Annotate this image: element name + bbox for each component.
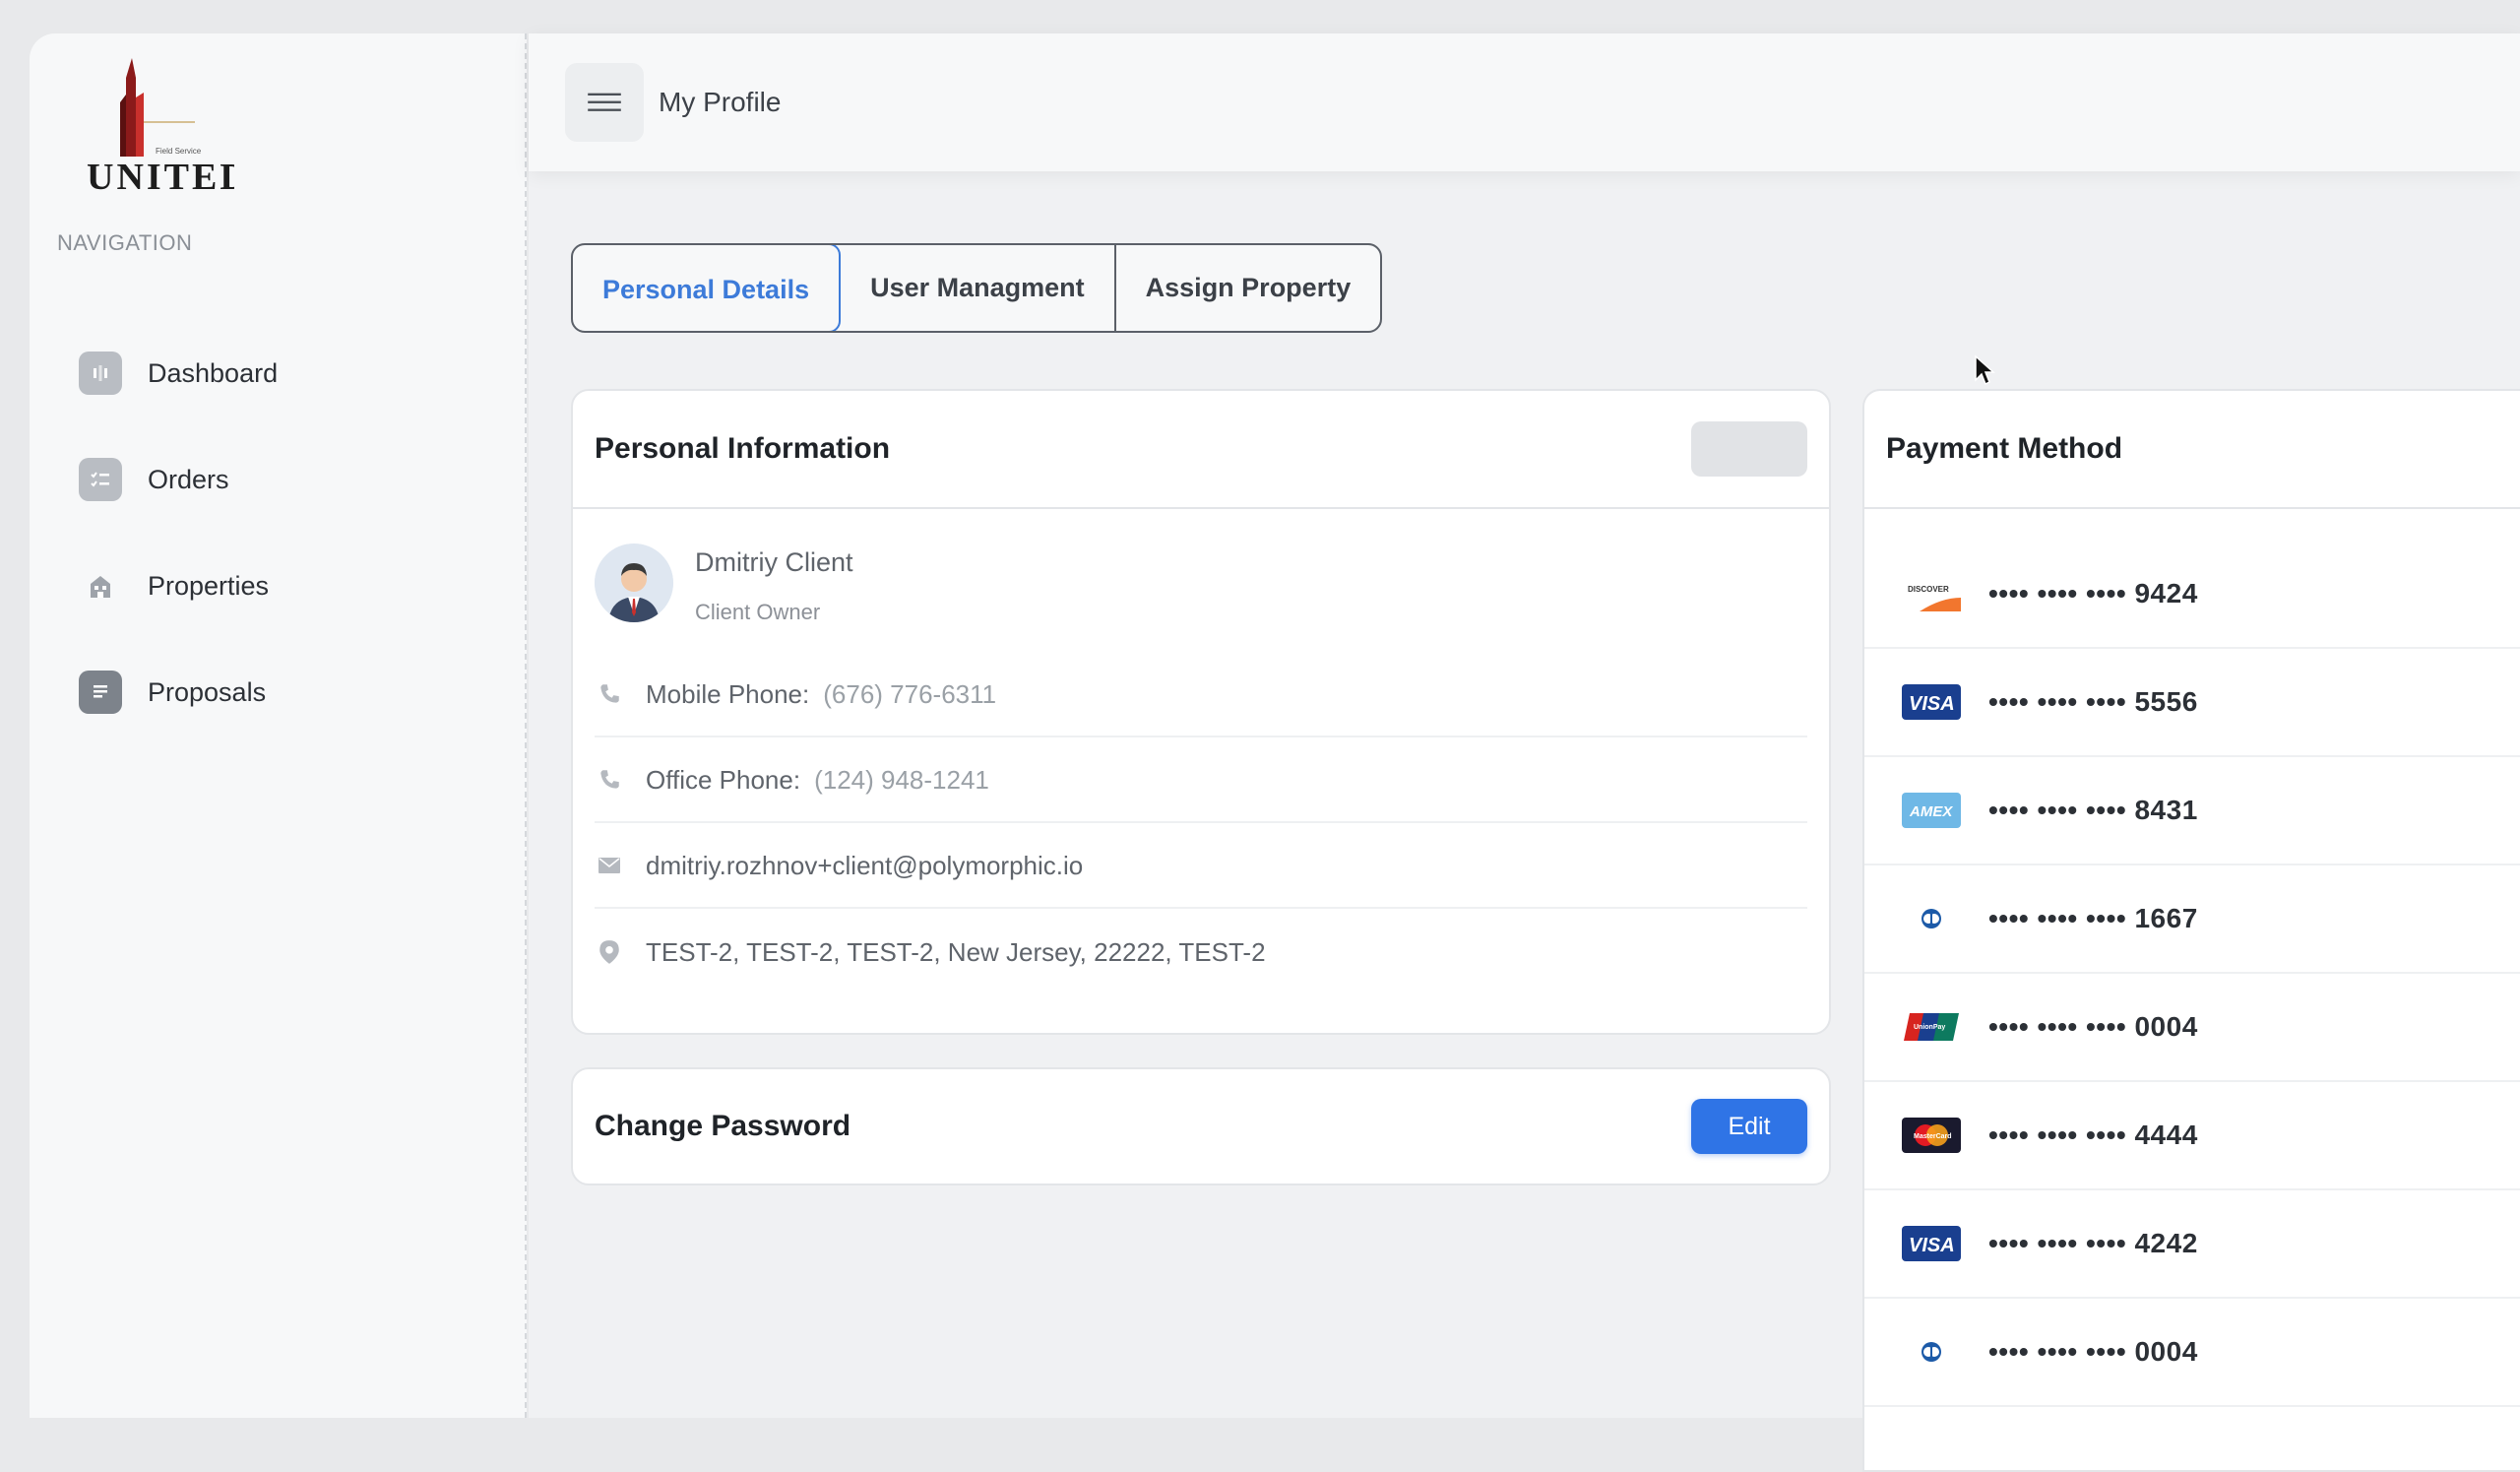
diners-club-card-icon (1902, 1334, 1961, 1370)
office-phone-label: Office Phone: (646, 765, 800, 796)
properties-icon (79, 564, 122, 608)
dashboard-icon (79, 352, 122, 395)
office-phone-row: Office Phone: (124) 948-1241 (595, 738, 1807, 823)
profile-summary: Dmitriy Client Client Owner (595, 544, 853, 625)
payment-card-row[interactable]: VISA •••• •••• •••• 5556 (1864, 649, 2520, 757)
sidebar-item-label: Dashboard (148, 358, 278, 389)
menu-button[interactable] (565, 63, 644, 142)
address-value: TEST-2, TEST-2, TEST-2, New Jersey, 2222… (646, 937, 1266, 968)
tab-assign-property[interactable]: Assign Property (1116, 245, 1381, 331)
card-number: •••• •••• •••• 0004 (1988, 1011, 2198, 1043)
card-header: Payment Method (1864, 391, 2520, 509)
mouse-cursor-icon (1974, 354, 1995, 386)
sidebar-item-properties[interactable]: Properties (79, 551, 492, 620)
svg-text:VISA: VISA (1909, 693, 1955, 715)
sidebar-item-orders[interactable]: Orders (79, 445, 492, 514)
card-number: •••• •••• •••• 1667 (1988, 903, 2198, 934)
sidebar: Field Service UNITED NAVIGATION Dashboar… (30, 33, 527, 1418)
phone-icon (595, 765, 624, 795)
edit-password-button[interactable]: Edit (1691, 1099, 1807, 1154)
sidebar-item-label: Proposals (148, 677, 266, 708)
mastercard-icon: MasterCard (1902, 1118, 1961, 1153)
card-title: Payment Method (1886, 432, 2122, 466)
tab-personal-details[interactable]: Personal Details (571, 243, 841, 333)
card-number: •••• •••• •••• 9424 (1988, 578, 2198, 609)
email-value[interactable]: dmitriy.rozhnov+client@polymorphic.io (646, 851, 1083, 881)
mobile-phone-value: (676) 776-6311 (823, 679, 996, 710)
nav-heading: NAVIGATION (57, 230, 192, 256)
svg-text:VISA: VISA (1909, 1235, 1955, 1256)
amex-card-icon: AMEX (1902, 793, 1961, 828)
page-title: My Profile (659, 87, 781, 118)
email-row: dmitriy.rozhnov+client@polymorphic.io (595, 824, 1807, 909)
discover-card-icon: DISCOVER (1902, 576, 1961, 611)
visa-card-icon: VISA (1902, 684, 1961, 720)
change-password-card: Change Password Edit (571, 1067, 1831, 1185)
card-number: •••• •••• •••• 5556 (1988, 686, 2198, 718)
payment-card-row[interactable]: DISCOVER •••• •••• •••• 9424 (1864, 541, 2520, 649)
mobile-phone-row: Mobile Phone: (676) 776-6311 (595, 653, 1807, 737)
sidebar-item-label: Orders (148, 465, 229, 495)
profile-tabs: Personal Details User Managment Assign P… (571, 243, 1382, 333)
card-number: •••• •••• •••• 4242 (1988, 1228, 2198, 1259)
sidebar-item-proposals[interactable]: Proposals (79, 658, 492, 727)
payment-card-row[interactable]: VISA •••• •••• •••• 4242 (1864, 1190, 2520, 1299)
payment-card-row[interactable]: UnionPay •••• •••• •••• 0004 (1864, 974, 2520, 1082)
proposals-icon (79, 671, 122, 714)
diners-club-card-icon (1902, 901, 1961, 936)
card-title: Change Password (595, 1110, 850, 1143)
united-logo-icon: Field Service UNITED (57, 43, 234, 196)
card-number: •••• •••• •••• 8431 (1988, 795, 2198, 826)
avatar (595, 544, 673, 622)
hamburger-icon (586, 89, 623, 116)
address-row: TEST-2, TEST-2, TEST-2, New Jersey, 2222… (595, 910, 1807, 994)
tab-user-managment[interactable]: User Managment (841, 245, 1116, 331)
sidebar-item-dashboard[interactable]: Dashboard (79, 339, 492, 408)
svg-text:Field Service: Field Service (156, 147, 202, 156)
location-pin-icon (595, 937, 624, 967)
payment-method-card: Payment Method DISCOVER •••• •••• •••• 9… (1862, 389, 2520, 1472)
profile-name: Dmitriy Client (695, 547, 853, 578)
mail-icon (595, 851, 624, 880)
card-header: Change Password Edit (573, 1069, 1829, 1184)
svg-text:MasterCard: MasterCard (1914, 1133, 1952, 1140)
mobile-phone-label: Mobile Phone: (646, 679, 809, 710)
sidebar-item-label: Properties (148, 571, 269, 602)
main-content: My Profile Personal Details User Managme… (529, 33, 2520, 1418)
svg-text:UNITED: UNITED (87, 157, 234, 196)
top-bar: My Profile (529, 33, 2520, 171)
orders-icon (79, 458, 122, 501)
payment-card-row[interactable]: AMEX •••• •••• •••• 8431 (1864, 757, 2520, 865)
svg-text:UnionPay: UnionPay (1914, 1024, 1945, 1031)
brand-logo[interactable]: Field Service UNITED (57, 43, 234, 196)
phone-icon (595, 679, 624, 709)
visa-card-icon: VISA (1902, 1226, 1961, 1261)
personal-info-card: Personal Information Dmitriy Client Clie… (571, 389, 1831, 1035)
profile-role: Client Owner (695, 600, 853, 625)
card-header: Personal Information (573, 391, 1829, 509)
svg-text:DISCOVER: DISCOVER (1908, 585, 1949, 594)
card-title: Personal Information (595, 432, 890, 466)
payment-card-row[interactable]: •••• •••• •••• 0004 (1864, 1299, 2520, 1407)
card-number: •••• •••• •••• 0004 (1988, 1336, 2198, 1368)
card-action-button[interactable] (1691, 421, 1807, 477)
office-phone-value: (124) 948-1241 (814, 765, 989, 796)
card-number: •••• •••• •••• 4444 (1988, 1120, 2198, 1151)
unionpay-card-icon: UnionPay (1902, 1009, 1961, 1045)
payment-card-row[interactable]: MasterCard •••• •••• •••• 4444 (1864, 1082, 2520, 1190)
payment-card-row[interactable]: •••• •••• •••• 1667 (1864, 865, 2520, 974)
svg-text:AMEX: AMEX (1909, 803, 1953, 820)
